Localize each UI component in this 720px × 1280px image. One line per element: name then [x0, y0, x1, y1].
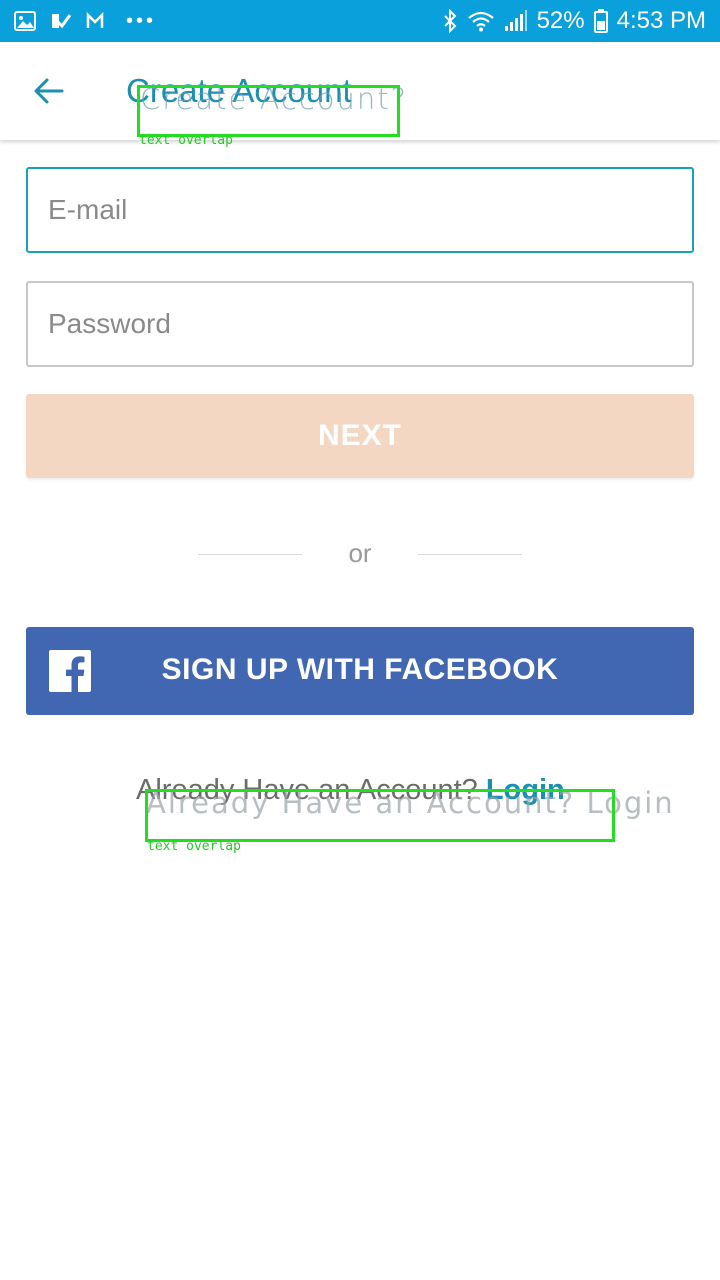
check-icon	[50, 11, 72, 31]
next-button[interactable]: NEXT	[26, 394, 694, 478]
facebook-signup-button[interactable]: SIGN UP WITH FACEBOOK	[26, 627, 694, 715]
battery-icon	[593, 9, 608, 33]
status-bar-right: 52% 4:53 PM	[442, 7, 706, 35]
password-input[interactable]	[28, 283, 692, 365]
divider-line-right	[418, 554, 522, 555]
text-overlap-label-footer: text overlap	[147, 839, 241, 854]
next-button-label: NEXT	[317, 419, 402, 452]
text-overlap-label: text overlap	[139, 133, 233, 148]
signal-icon	[504, 10, 528, 32]
gmail-icon	[86, 12, 104, 30]
battery-percent: 52%	[536, 7, 585, 34]
clock: 4:53 PM	[616, 7, 706, 34]
notification-dots: •••	[126, 9, 157, 32]
status-bar: ••• 52% 4:53 PM	[0, 0, 720, 42]
arrow-left-icon	[34, 78, 64, 104]
email-field[interactable]	[26, 167, 694, 253]
image-icon	[14, 11, 36, 31]
bluetooth-icon	[442, 9, 458, 33]
wifi-icon	[467, 10, 495, 32]
password-field[interactable]	[26, 281, 694, 367]
back-button[interactable]	[22, 67, 76, 115]
or-divider: or	[198, 536, 522, 572]
text-overlap-box-footer	[145, 789, 615, 842]
text-overlap-box	[137, 85, 400, 137]
status-bar-left: •••	[14, 10, 156, 33]
facebook-signup-label: SIGN UP WITH FACEBOOK	[161, 653, 559, 686]
email-input[interactable]	[28, 169, 692, 251]
